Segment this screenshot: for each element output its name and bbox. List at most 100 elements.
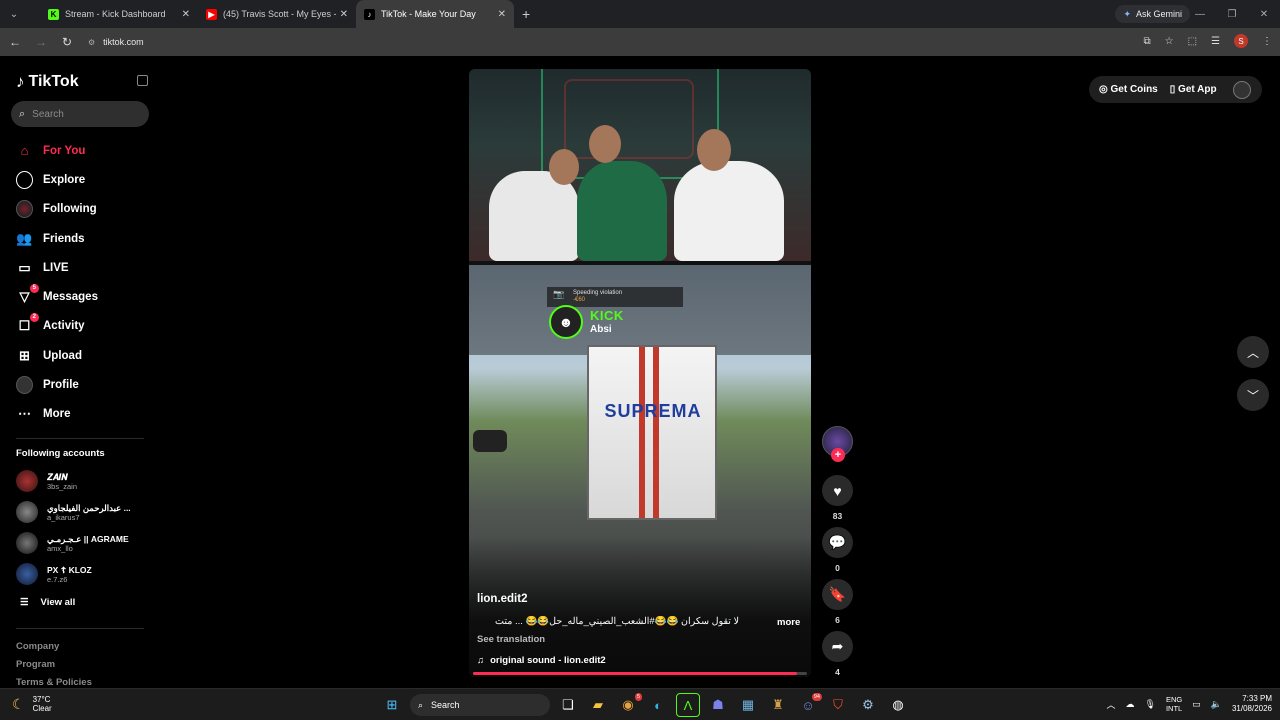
sidebar-item-explore[interactable]: Explore xyxy=(0,165,160,194)
ask-gemini-button[interactable]: ✦ Ask Gemini xyxy=(1115,5,1190,23)
close-icon[interactable]: ✕ xyxy=(340,9,348,20)
tab-youtube[interactable]: ▶ (45) Travis Scott - My Eyes - (Se ✕ xyxy=(198,0,356,28)
address-bar[interactable]: ⚙ tiktok.com xyxy=(80,32,1100,52)
video-progress-bar[interactable] xyxy=(473,672,807,675)
search-input[interactable]: ⌕ Search xyxy=(11,101,149,127)
taskbar-search-label: Search xyxy=(431,700,460,710)
brave-icon[interactable]: ⛉ xyxy=(826,693,850,717)
language-indicator[interactable]: ENG INTL xyxy=(1166,695,1182,713)
close-icon[interactable]: ✕ xyxy=(498,9,506,20)
url-text: tiktok.com xyxy=(103,37,144,47)
weather-widget[interactable]: ☾ 37°C Clear xyxy=(12,695,52,713)
taskbar-search[interactable]: ⌕ Search xyxy=(410,694,550,716)
close-icon[interactable]: ✕ xyxy=(182,9,190,20)
weather-text: 37°C Clear xyxy=(33,695,52,713)
volume-icon[interactable]: 🔈 xyxy=(1211,699,1222,710)
camera-icon: 📷 xyxy=(553,289,565,299)
collapse-sidebar-icon[interactable] xyxy=(137,75,148,86)
get-coins-button[interactable]: ◎ Get Coins xyxy=(1099,84,1158,95)
see-translation-link[interactable]: See translation xyxy=(477,634,545,645)
trailer-text: SUPREMA xyxy=(604,401,702,421)
tray-overflow-icon[interactable]: ︿ xyxy=(1107,698,1116,711)
task-view-icon[interactable]: ❏ xyxy=(556,693,580,717)
discord-icon[interactable]: ☺ 94 xyxy=(796,693,822,717)
search-icon: ⌕ xyxy=(418,699,424,710)
following-account[interactable]: PX ☦ KLOZ e.7.z6 xyxy=(16,561,92,587)
app-icon[interactable]: ♜ xyxy=(766,693,790,717)
view-all-label: View all xyxy=(40,597,76,608)
new-tab-button[interactable]: + xyxy=(522,6,530,22)
following-account[interactable]: 𝒁𝑨𝑰𝑵 3bs_zain xyxy=(16,468,77,494)
tab-tiktok[interactable]: ♪ TikTok - Make Your Day ✕ xyxy=(356,0,514,28)
microphone-icon[interactable]: 🎙 xyxy=(1145,699,1156,710)
clock[interactable]: 7:33 PM 31/08/2026 xyxy=(1232,694,1272,714)
browser-menu-icon[interactable]: ⋮ xyxy=(1262,36,1272,47)
edge-icon[interactable]: ◐ xyxy=(646,693,670,717)
windows-start-icon[interactable]: ⊞ xyxy=(380,693,404,717)
comment-button[interactable]: 💬 xyxy=(822,527,853,558)
sidebar-item-friends[interactable]: 👥 Friends xyxy=(0,224,160,253)
reading-list-icon[interactable]: ☰ xyxy=(1211,36,1220,47)
minimize-icon[interactable]: — xyxy=(1184,9,1216,20)
footer-terms-link[interactable]: Terms & Policies xyxy=(16,677,92,688)
following-account[interactable]: عبدالرحمن الفيلجاوي ... a_ikarus7 xyxy=(16,499,131,525)
next-video-button[interactable]: ﹀ xyxy=(1237,379,1269,411)
sidebar-item-profile[interactable]: Profile xyxy=(0,370,160,399)
sound-link[interactable]: ♫ original sound - lion.edit2 xyxy=(477,655,606,666)
install-app-icon[interactable]: ⧉ xyxy=(1143,36,1150,47)
tiktok-logo[interactable]: ♪ TikTok xyxy=(16,72,79,92)
car-shape xyxy=(473,430,507,452)
sidebar-item-for-you[interactable]: ⌂ For You xyxy=(0,136,160,165)
bookmark-icon: 🔖 xyxy=(828,586,847,602)
view-all-button[interactable]: ☰ View all xyxy=(20,597,75,608)
kick-studio-icon[interactable]: Λ xyxy=(676,693,700,717)
sidebar-item-more[interactable]: ⋯ More xyxy=(0,400,160,429)
window-manager-icon[interactable]: ▦ xyxy=(736,693,760,717)
onedrive-icon[interactable]: ☁ xyxy=(1126,699,1135,710)
account-handle: a_ikarus7 xyxy=(47,512,80,522)
extensions-icon[interactable]: ⬚ xyxy=(1188,36,1197,47)
obs-icon[interactable]: ◍ xyxy=(886,693,910,717)
home-icon: ⌂ xyxy=(20,143,29,159)
video-username[interactable]: lion.edit2 xyxy=(477,593,527,605)
live-icon: ▭ xyxy=(18,259,31,275)
bookmark-star-icon[interactable]: ☆ xyxy=(1165,36,1174,47)
follow-plus-button[interactable]: + xyxy=(831,448,845,462)
window-close-icon[interactable]: ✕ xyxy=(1248,9,1280,20)
more-button[interactable]: more xyxy=(777,617,800,628)
chrome-icon[interactable]: ◉ 5 xyxy=(616,693,642,717)
steam-icon[interactable]: ⚙ xyxy=(856,693,880,717)
user-avatar[interactable] xyxy=(1232,80,1251,99)
forward-icon[interactable]: → xyxy=(30,35,52,49)
sidebar-item-following[interactable]: Following xyxy=(0,195,160,224)
discord-badge: 94 xyxy=(811,693,822,701)
video-player[interactable]: 📷 Speeding violation -€60 ☻ KICK Absi SU… xyxy=(469,69,811,677)
restore-icon[interactable]: ❐ xyxy=(1216,9,1248,20)
teams-icon[interactable]: ☗ xyxy=(706,693,730,717)
account-text: 𝒁𝑨𝑰𝑵 3bs_zain xyxy=(47,472,77,491)
footer-company-link[interactable]: Company xyxy=(16,641,59,652)
back-icon[interactable]: ← xyxy=(4,35,26,49)
sidebar-item-activity[interactable]: ☐ 2 Activity xyxy=(0,312,160,341)
share-count: 4 xyxy=(835,667,840,677)
following-account[interactable]: عـجـرمـي || AGRAME amx_llo xyxy=(16,530,129,556)
tab-search-icon[interactable]: ⌄ xyxy=(4,4,24,24)
window-controls: — ❐ ✕ xyxy=(1184,0,1280,28)
sidebar-item-upload[interactable]: ⊞ Upload xyxy=(0,341,160,370)
network-icon[interactable]: ▭ xyxy=(1192,699,1201,710)
footer-program-link[interactable]: Program xyxy=(16,659,55,670)
get-app-button[interactable]: ▯ Get App xyxy=(1170,84,1217,95)
sidebar-item-live[interactable]: ▭ LIVE xyxy=(0,253,160,282)
save-button[interactable]: 🔖 xyxy=(822,579,853,610)
site-info-icon[interactable]: ⚙ xyxy=(88,38,95,47)
file-explorer-icon[interactable]: ▰ xyxy=(586,693,610,717)
avatar xyxy=(16,470,38,492)
tab-kick-dashboard[interactable]: K Stream - Kick Dashboard ✕ xyxy=(40,0,198,28)
divider xyxy=(16,438,144,439)
like-button[interactable]: ♥ xyxy=(822,475,853,506)
profile-avatar[interactable]: S xyxy=(1234,34,1248,48)
sidebar-item-messages[interactable]: ▽ 5 Messages xyxy=(0,282,160,311)
share-button[interactable]: ➦ xyxy=(822,631,853,662)
reload-icon[interactable]: ↻ xyxy=(56,35,78,49)
previous-video-button[interactable]: ︿ xyxy=(1237,336,1269,368)
